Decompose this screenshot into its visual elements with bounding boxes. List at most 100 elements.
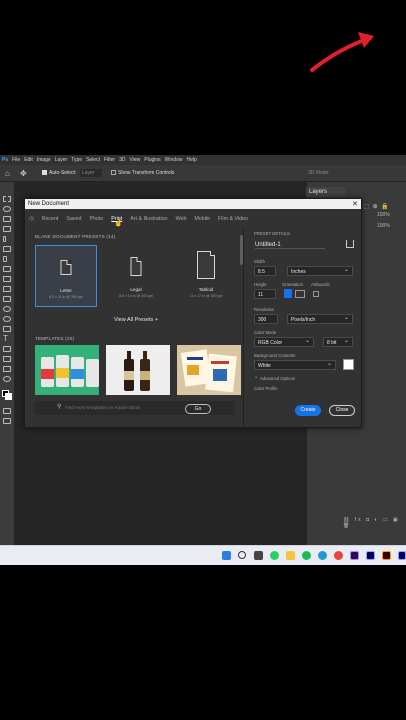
clock-icon: ◷: [29, 216, 34, 222]
presets-scrollbar[interactable]: [240, 235, 243, 265]
history-brush-icon[interactable]: [3, 276, 11, 282]
menu-window[interactable]: Window: [165, 157, 183, 163]
frame-tool-icon[interactable]: [3, 226, 11, 232]
close-icon[interactable]: ✕: [352, 200, 358, 208]
portrait-orientation-icon[interactable]: [284, 289, 292, 298]
screen-mode-icon[interactable]: [3, 418, 11, 424]
save-preset-icon[interactable]: [346, 240, 354, 248]
illustrator-icon[interactable]: [382, 551, 391, 560]
search-icon[interactable]: [238, 551, 246, 559]
media-encoder-icon[interactable]: [366, 551, 375, 560]
tab-recent[interactable]: Recent: [42, 216, 59, 222]
menu-image[interactable]: Image: [37, 157, 51, 163]
preset-letter[interactable]: Letter 8.5 x 11 in @ 300 ppi: [35, 245, 97, 307]
menu-layer[interactable]: Layer: [55, 157, 68, 163]
opacity-value[interactable]: 100%: [377, 212, 390, 218]
landscape-orientation-icon[interactable]: [295, 290, 305, 298]
brush-tool-icon[interactable]: [3, 256, 7, 262]
rectangle-tool-icon[interactable]: [3, 356, 11, 362]
tab-mobile[interactable]: Mobile: [194, 216, 210, 222]
width-unit-dropdown[interactable]: Inches: [287, 266, 353, 276]
view-all-presets-link[interactable]: View All Presets +: [29, 317, 243, 323]
dialog-title: New Document: [25, 199, 361, 209]
background-color-swatch[interactable]: [343, 359, 354, 370]
background-contents-dropdown[interactable]: White: [254, 360, 336, 370]
layer-dropdown[interactable]: Layer: [80, 169, 102, 177]
resolution-input[interactable]: 300: [254, 314, 278, 324]
spotify-icon[interactable]: [302, 551, 311, 560]
premiere-icon[interactable]: [350, 551, 359, 560]
auto-select-checkbox[interactable]: [42, 170, 47, 175]
width-input[interactable]: 8.5: [254, 266, 276, 276]
artboards-checkbox[interactable]: [313, 291, 319, 297]
resolution-unit-dropdown[interactable]: Pixels/Inch: [287, 314, 353, 324]
document-name-input[interactable]: Untitled-1: [255, 242, 325, 249]
preset-legal[interactable]: Legal 8.5 x 14 in @ 300 ppi: [105, 245, 167, 307]
height-input[interactable]: 11: [254, 289, 276, 299]
start-icon[interactable]: [222, 551, 231, 560]
chevron-down-icon[interactable]: ⌄: [254, 374, 258, 380]
menu-3d[interactable]: 3D: [119, 157, 125, 163]
transform-controls-checkbox[interactable]: [111, 170, 116, 175]
path-select-icon[interactable]: [3, 346, 11, 352]
panel-divider: [243, 227, 244, 427]
eyedropper-tool-icon[interactable]: [3, 236, 6, 242]
task-view-icon[interactable]: [254, 551, 263, 560]
close-button[interactable]: Close: [329, 405, 355, 416]
menu-select[interactable]: Select: [86, 157, 100, 163]
fill-value[interactable]: 100%: [377, 223, 390, 229]
tab-photo[interactable]: Photo: [89, 216, 103, 222]
whatsapp-icon[interactable]: [270, 551, 279, 560]
layers-panel-tab[interactable]: Layers: [306, 187, 346, 197]
advanced-options-toggle[interactable]: Advanced Options: [260, 376, 295, 381]
pen-tool-icon[interactable]: [3, 326, 11, 332]
lasso-tool-icon[interactable]: [3, 206, 11, 212]
tab-art-illustration[interactable]: Art & Illustration: [130, 216, 167, 222]
color-mode-label: Color Mode: [254, 330, 277, 335]
template-thumbnail-cans[interactable]: [35, 345, 99, 395]
file-explorer-icon[interactable]: [286, 551, 295, 560]
create-button[interactable]: Create: [295, 405, 321, 416]
after-effects-icon[interactable]: [398, 551, 406, 560]
bit-depth-dropdown[interactable]: 8 bit: [323, 337, 353, 347]
menu-file[interactable]: File: [12, 157, 20, 163]
preset-details-panel: PRESET DETAILS Untitled-1 Width 8.5 Inch…: [249, 229, 359, 425]
search-icon: ⚲: [57, 404, 62, 410]
go-button[interactable]: Go: [185, 404, 211, 414]
home-icon[interactable]: ⌂: [5, 169, 10, 178]
color-mode-dropdown[interactable]: RGB Color: [254, 337, 314, 347]
stamp-tool-icon[interactable]: [3, 266, 11, 272]
menu-plugins[interactable]: Plugins: [144, 157, 160, 163]
preset-tabloid[interactable]: Tabloid 11 x 17 in @ 300 ppi: [175, 245, 237, 307]
edge-icon[interactable]: [318, 551, 327, 560]
healing-brush-icon[interactable]: [3, 246, 11, 252]
tab-saved[interactable]: Saved: [66, 216, 81, 222]
tab-film-video[interactable]: Film & Video: [218, 216, 248, 222]
menu-filter[interactable]: Filter: [104, 157, 115, 163]
quick-mask-icon[interactable]: [3, 408, 11, 414]
eraser-tool-icon[interactable]: [3, 286, 11, 292]
template-search-input[interactable]: [65, 403, 165, 412]
blur-tool-icon[interactable]: [3, 306, 11, 312]
panel-footer-icons[interactable]: ⛓ fx ◘ ◐ ▭ ▣ 🗑: [343, 517, 406, 529]
dodge-tool-icon[interactable]: [3, 316, 11, 322]
marquee-tool-icon[interactable]: [3, 196, 11, 202]
background-color-swatch[interactable]: [5, 393, 12, 400]
move-tool-icon[interactable]: ✥: [20, 169, 27, 178]
menu-help[interactable]: Help: [186, 157, 196, 163]
presets-area: BLANK DOCUMENT PRESETS (14) Letter 8.5 x…: [29, 229, 243, 427]
app-logo-icon: Ps: [2, 157, 9, 163]
template-thumbnail-artistic[interactable]: [177, 345, 241, 395]
height-label: Height: [254, 282, 267, 287]
menu-edit[interactable]: Edit: [24, 157, 33, 163]
crop-tool-icon[interactable]: [3, 216, 11, 222]
menu-type[interactable]: Type: [71, 157, 82, 163]
template-thumbnail-bottles[interactable]: [106, 345, 170, 395]
zoom-tool-icon[interactable]: [3, 376, 11, 382]
gradient-tool-icon[interactable]: [3, 296, 11, 302]
tab-web[interactable]: Web: [176, 216, 187, 222]
type-tool-icon[interactable]: T: [3, 334, 8, 343]
menu-view[interactable]: View: [130, 157, 141, 163]
chrome-icon[interactable]: [334, 551, 343, 560]
hand-tool-icon[interactable]: [3, 366, 11, 372]
